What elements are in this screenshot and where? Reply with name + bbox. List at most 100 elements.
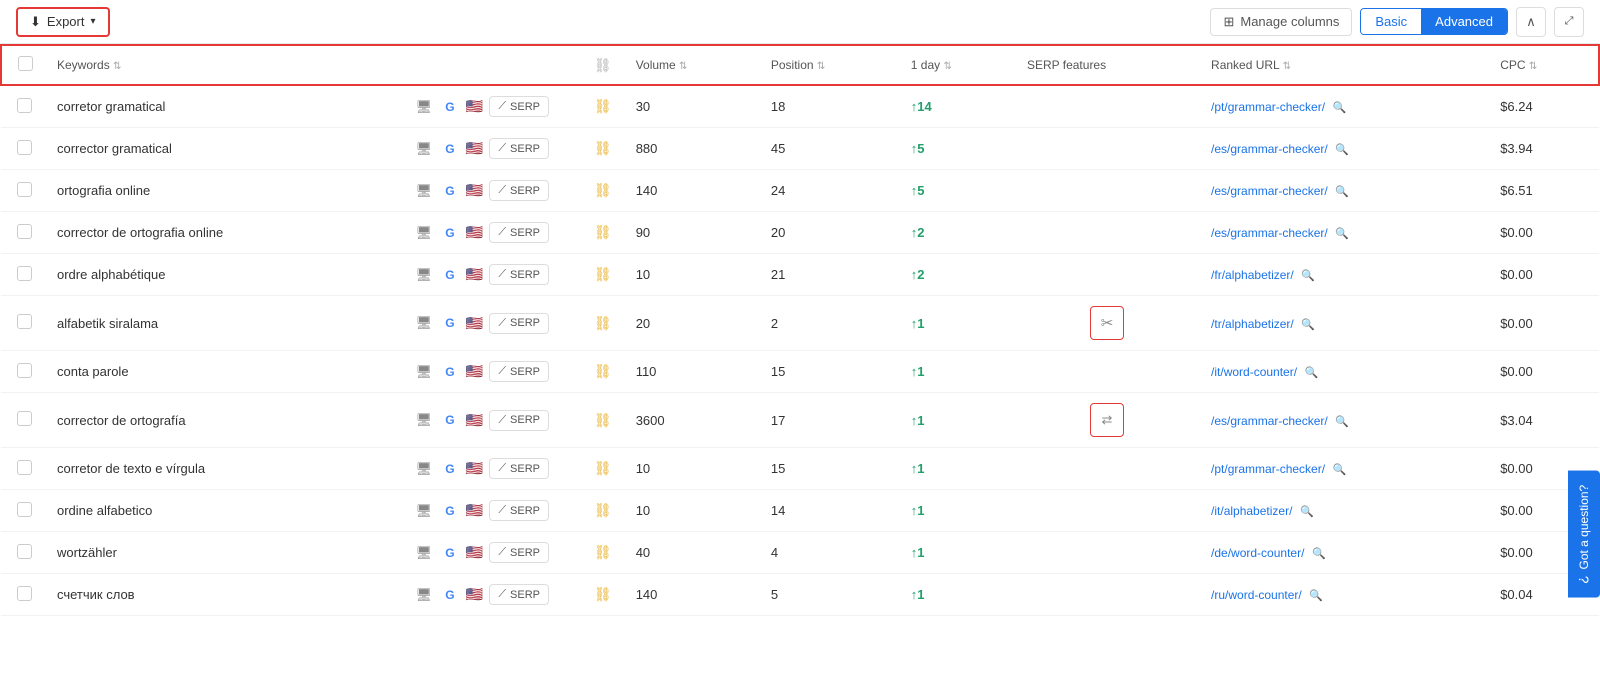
ranked-url-link[interactable]: /fr/alphabetizer/ — [1211, 268, 1294, 282]
ranked-url-link[interactable]: /pt/grammar-checker/ — [1211, 100, 1325, 114]
ranked-url-link[interactable]: /it/word-counter/ — [1211, 365, 1297, 379]
row-checkbox[interactable] — [17, 140, 32, 155]
row-checkbox[interactable] — [17, 544, 32, 559]
export-button[interactable]: ⬇ Export ▾ — [16, 7, 110, 37]
link-cell[interactable]: ⛓ — [582, 393, 624, 448]
manage-columns-label: Manage columns — [1240, 14, 1339, 29]
keywords-header[interactable]: Keywords ⇅ — [45, 45, 402, 85]
row-checkbox[interactable] — [17, 314, 32, 329]
oneday-header[interactable]: 1 day ⇅ — [899, 45, 1015, 85]
url-search-icon[interactable]: 🔍 — [1312, 548, 1326, 560]
ranked-url-link[interactable]: /it/alphabetizer/ — [1211, 504, 1292, 518]
row-checkbox[interactable] — [17, 411, 32, 426]
serp-button[interactable]: ⟋ SERP — [489, 313, 549, 334]
row-select-cell[interactable] — [1, 448, 45, 490]
link-cell[interactable]: ⛓ — [582, 296, 624, 351]
link-chain-icon[interactable]: ⛓ — [594, 412, 612, 428]
serp-button[interactable]: ⟋ SERP — [489, 361, 549, 382]
url-search-icon[interactable]: 🔍 — [1301, 319, 1315, 331]
serp-button[interactable]: ⟋ SERP — [489, 138, 549, 159]
link-cell[interactable]: ⛓ — [582, 351, 624, 393]
url-search-icon[interactable]: 🔍 — [1305, 367, 1319, 379]
row-select-cell[interactable] — [1, 532, 45, 574]
select-all-checkbox[interactable] — [18, 56, 33, 71]
ranked-url-link[interactable]: /pt/grammar-checker/ — [1211, 462, 1325, 476]
url-search-icon[interactable]: 🔍 — [1301, 270, 1315, 282]
url-search-icon[interactable]: 🔍 — [1335, 416, 1349, 428]
row-checkbox[interactable] — [17, 586, 32, 601]
url-search-icon[interactable]: 🔍 — [1309, 590, 1323, 602]
row-checkbox[interactable] — [17, 98, 32, 113]
ranked-url-link[interactable]: /es/grammar-checker/ — [1211, 414, 1328, 428]
basic-view-button[interactable]: Basic — [1361, 9, 1421, 34]
select-all-header[interactable] — [1, 45, 45, 85]
row-checkbox[interactable] — [17, 266, 32, 281]
serp-button[interactable]: ⟋ SERP — [489, 542, 549, 563]
serp-button[interactable]: ⟋ SERP — [489, 410, 549, 431]
serp-button[interactable]: ⟋ SERP — [489, 458, 549, 479]
url-search-icon[interactable]: 🔍 — [1300, 506, 1314, 518]
link-cell[interactable]: ⛓ — [582, 170, 624, 212]
link-chain-icon[interactable]: ⛓ — [594, 140, 612, 156]
serp-button[interactable]: ⟋ SERP — [489, 180, 549, 201]
link-cell[interactable]: ⛓ — [582, 254, 624, 296]
link-cell[interactable]: ⛓ — [582, 85, 624, 128]
link-chain-icon[interactable]: ⛓ — [594, 224, 612, 240]
row-select-cell[interactable] — [1, 490, 45, 532]
url-search-icon[interactable]: 🔍 — [1335, 228, 1349, 240]
ranked-url-link[interactable]: /ru/word-counter/ — [1211, 588, 1302, 602]
row-checkbox[interactable] — [17, 363, 32, 378]
link-cell[interactable]: ⛓ — [582, 532, 624, 574]
link-cell[interactable]: ⛓ — [582, 212, 624, 254]
row-select-cell[interactable] — [1, 574, 45, 616]
row-select-cell[interactable] — [1, 128, 45, 170]
serp-button[interactable]: ⟋ SERP — [489, 500, 549, 521]
got-question-button[interactable]: ? Got a question? — [1568, 471, 1600, 598]
serp-button[interactable]: ⟋ SERP — [489, 222, 549, 243]
ranked-url-link[interactable]: /es/grammar-checker/ — [1211, 226, 1328, 240]
row-select-cell[interactable] — [1, 393, 45, 448]
expand-button[interactable]: ⤢ — [1554, 7, 1584, 37]
collapse-button[interactable]: ∧ — [1516, 7, 1546, 37]
ranked-url-link[interactable]: /es/grammar-checker/ — [1211, 142, 1328, 156]
link-chain-icon[interactable]: ⛓ — [594, 544, 612, 560]
row-select-cell[interactable] — [1, 85, 45, 128]
volume-header[interactable]: Volume ⇅ — [624, 45, 759, 85]
serp-button[interactable]: ⟋ SERP — [489, 264, 549, 285]
position-header[interactable]: Position ⇅ — [759, 45, 899, 85]
url-search-icon[interactable]: 🔍 — [1335, 186, 1349, 198]
row-select-cell[interactable] — [1, 296, 45, 351]
row-select-cell[interactable] — [1, 170, 45, 212]
link-chain-icon[interactable]: ⛓ — [594, 460, 612, 476]
row-select-cell[interactable] — [1, 351, 45, 393]
advanced-view-button[interactable]: Advanced — [1421, 9, 1507, 34]
row-checkbox[interactable] — [17, 182, 32, 197]
row-checkbox[interactable] — [17, 460, 32, 475]
url-search-icon[interactable]: 🔍 — [1333, 464, 1347, 476]
link-cell[interactable]: ⛓ — [582, 128, 624, 170]
link-chain-icon[interactable]: ⛓ — [594, 182, 612, 198]
serp-button[interactable]: ⟋ SERP — [489, 584, 549, 605]
row-checkbox[interactable] — [17, 502, 32, 517]
row-select-cell[interactable] — [1, 254, 45, 296]
cpc-header[interactable]: CPC ⇅ — [1488, 45, 1599, 85]
link-chain-icon[interactable]: ⛓ — [594, 502, 612, 518]
link-chain-icon[interactable]: ⛓ — [594, 363, 612, 379]
link-chain-icon[interactable]: ⛓ — [594, 315, 612, 331]
ranked-url-link[interactable]: /de/word-counter/ — [1211, 546, 1304, 560]
ranked-url-link[interactable]: /es/grammar-checker/ — [1211, 184, 1328, 198]
link-cell[interactable]: ⛓ — [582, 448, 624, 490]
ranked-url-link[interactable]: /tr/alphabetizer/ — [1211, 317, 1294, 331]
url-search-icon[interactable]: 🔍 — [1335, 144, 1349, 156]
manage-columns-button[interactable]: ⊞ Manage columns — [1210, 8, 1352, 36]
url-search-icon[interactable]: 🔍 — [1333, 102, 1347, 114]
link-chain-icon[interactable]: ⛓ — [594, 98, 612, 114]
link-cell[interactable]: ⛓ — [582, 490, 624, 532]
serp-button[interactable]: ⟋ SERP — [489, 96, 549, 117]
link-chain-icon[interactable]: ⛓ — [594, 586, 612, 602]
row-select-cell[interactable] — [1, 212, 45, 254]
link-cell[interactable]: ⛓ — [582, 574, 624, 616]
ranked-url-header[interactable]: Ranked URL ⇅ — [1199, 45, 1488, 85]
link-chain-icon[interactable]: ⛓ — [594, 266, 612, 282]
row-checkbox[interactable] — [17, 224, 32, 239]
